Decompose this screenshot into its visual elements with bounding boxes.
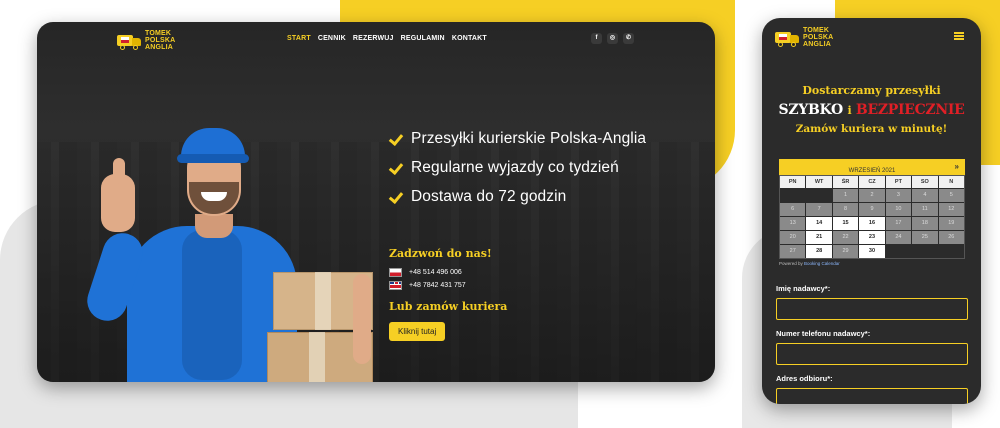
pickup-address-input[interactable] [776, 388, 968, 404]
calendar-day-available[interactable]: 30 [859, 245, 885, 258]
order-form: Imię nadawcy*: Numer telefonu nadawcy*: … [776, 284, 968, 404]
contact-section: Zadzwoń do nas! +48 514 496 006 +48 7842… [389, 247, 507, 341]
weekday-header: SO [912, 176, 938, 188]
calendar-empty-cell [806, 189, 832, 202]
calendar-day: 24 [885, 231, 912, 244]
benefit-text: Przesyłki kurierskie Polska-Anglia [411, 130, 647, 147]
calendar-day: 9 [859, 203, 885, 216]
phone-number: +48 7842 431 757 [409, 282, 466, 289]
calendar-day: 17 [885, 217, 912, 230]
order-button[interactable]: Kliknij tutaj [389, 322, 446, 341]
calendar-day: 7 [806, 203, 832, 216]
calendar-month: WRZESIEŃ 2021 [848, 168, 896, 174]
showcase: TOMEK POLSKA ANGLIA START CENNIK REZERWU… [0, 0, 1000, 428]
calendar-day: 26 [938, 231, 964, 244]
calendar-day-available[interactable]: 15 [832, 217, 859, 230]
calendar-day-available[interactable]: 14 [806, 217, 832, 230]
calendar-day: 2 [859, 189, 885, 202]
benefit-item: Dostawa do 72 godzin [389, 188, 646, 206]
calendar-day: 29 [832, 245, 859, 258]
truck-icon [117, 33, 141, 50]
check-icon [389, 190, 403, 204]
social-links: f ◎ ✆ [591, 33, 634, 44]
calendar-header: WRZESIEŃ 2021 » [779, 159, 965, 175]
weekday-header: PN [780, 176, 806, 188]
sender-phone-label: Numer telefonu nadawcy*: [776, 329, 871, 338]
nav-item-kontakt[interactable]: KONTAKT [452, 35, 487, 42]
uk-flag-icon [389, 281, 402, 290]
weekday-header: PT [885, 176, 912, 188]
calendar-day: 19 [938, 217, 964, 230]
sender-name-input[interactable] [776, 298, 968, 320]
nav-item-regulamin[interactable]: REGULAMIN [401, 35, 445, 42]
nav-item-cennik[interactable]: CENNIK [318, 35, 346, 42]
courier-photo [82, 114, 373, 382]
mobile-headline: Dostarczamy przesyłki SZYBKO i BEZPIECZN… [778, 84, 965, 135]
calendar-day: 10 [885, 203, 912, 216]
calendar-day-available[interactable]: 21 [806, 231, 832, 244]
logo-text: TOMEK POLSKA ANGLIA [145, 30, 176, 51]
order-heading: Lub zamów kuriera [389, 300, 508, 313]
poland-flag-icon [389, 268, 402, 277]
phone-uk[interactable]: +48 7842 431 757 [389, 281, 507, 290]
sender-phone-input[interactable] [776, 343, 968, 365]
powered-by-link[interactable]: Booking Calendar [804, 261, 840, 266]
calendar-empty-cell [885, 245, 912, 258]
pickup-address-label: Adres odbioru*: [776, 374, 833, 383]
booking-calendar: WRZESIEŃ 2021 » PN WT ŚR CZ PT SO N 1 2 3 4 5 6 7 8 9 10… [779, 159, 965, 266]
calendar-day-available[interactable]: 16 [859, 217, 885, 230]
weekday-header: WT [806, 176, 832, 188]
truck-icon [775, 30, 799, 47]
desktop-header: TOMEK POLSKA ANGLIA START CENNIK REZERWU… [37, 22, 715, 56]
facebook-icon[interactable]: f [591, 33, 602, 44]
benefits-list: Przesyłki kurierskie Polska-Anglia Regul… [389, 130, 646, 217]
next-month-icon[interactable]: » [955, 159, 959, 175]
calendar-day: 22 [832, 231, 859, 244]
check-icon [389, 132, 403, 146]
calendar-empty-cell [912, 245, 938, 258]
mobile-screen: TOMEK POLSKA ANGLIA Dostarczamy przesyłk… [762, 18, 981, 404]
calendar-grid: PN WT ŚR CZ PT SO N 1 2 3 4 5 6 7 8 9 10 11 12 13 14 15 16 17 18… [779, 175, 965, 259]
calendar-day: 18 [912, 217, 938, 230]
calendar-day: 4 [912, 189, 938, 202]
main-nav: START CENNIK REZERWUJ REGULAMIN KONTAKT [287, 35, 487, 42]
calendar-day: 3 [885, 189, 912, 202]
calendar-empty-cell [780, 189, 806, 202]
instagram-icon[interactable]: ◎ [607, 33, 618, 44]
logo[interactable]: TOMEK POLSKA ANGLIA [775, 27, 833, 48]
calendar-day: 5 [938, 189, 964, 202]
calendar-day: 12 [938, 203, 964, 216]
desktop-screen: TOMEK POLSKA ANGLIA START CENNIK REZERWU… [37, 22, 715, 382]
calendar-day: 6 [780, 203, 806, 216]
nav-item-rezerwuj[interactable]: REZERWUJ [353, 35, 394, 42]
call-heading: Zadzwoń do nas! [389, 247, 492, 260]
whatsapp-icon[interactable]: ✆ [623, 33, 634, 44]
check-icon [389, 161, 403, 175]
calendar-day: 8 [832, 203, 859, 216]
weekday-header: N [938, 176, 964, 188]
weekday-header: ŚR [832, 176, 859, 188]
logo[interactable]: TOMEK POLSKA ANGLIA [117, 30, 175, 51]
calendar-day: 13 [780, 217, 806, 230]
benefit-text: Dostawa do 72 godzin [411, 188, 567, 205]
calendar-day-available[interactable]: 28 [806, 245, 832, 258]
calendar-day: 25 [912, 231, 938, 244]
calendar-day: 1 [832, 189, 859, 202]
hamburger-menu-icon[interactable] [954, 32, 964, 40]
benefit-item: Regularne wyjazdy co tydzień [389, 159, 646, 177]
sender-name-label: Imię nadawcy*: [776, 284, 831, 293]
calendar-empty-cell [938, 245, 964, 258]
calendar-day: 20 [780, 231, 806, 244]
weekday-header: CZ [859, 176, 885, 188]
benefit-item: Przesyłki kurierskie Polska-Anglia [389, 130, 646, 148]
logo-text: TOMEK POLSKA ANGLIA [803, 27, 834, 48]
nav-item-start[interactable]: START [287, 35, 311, 42]
calendar-day-available[interactable]: 23 [859, 231, 885, 244]
phone-pl[interactable]: +48 514 496 006 [389, 268, 507, 277]
powered-by: Powered by Booking Calendar [779, 261, 840, 266]
calendar-day: 27 [780, 245, 806, 258]
calendar-day: 11 [912, 203, 938, 216]
benefit-text: Regularne wyjazdy co tydzień [411, 159, 619, 176]
phone-number: +48 514 496 006 [409, 269, 462, 276]
